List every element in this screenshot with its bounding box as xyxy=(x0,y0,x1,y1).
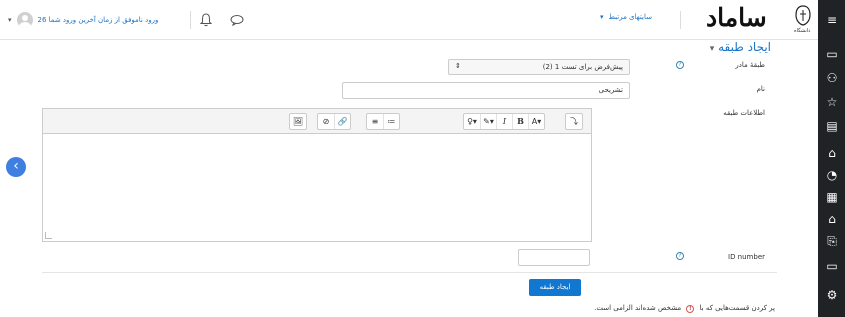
insert-image-button[interactable]: 🖼 xyxy=(290,114,306,129)
editor-text-area[interactable] xyxy=(43,135,591,241)
users-icon[interactable]: ⚇ xyxy=(824,70,840,86)
editor-toolbar: ⤵ ♀▾ ✎▾ I B A▾ ≡ ≔ ⊘ 🔗 🖼 xyxy=(43,109,591,134)
required-icon: ! xyxy=(686,305,695,313)
chevron-down-icon: ▾ xyxy=(709,44,715,54)
name-label: نام xyxy=(756,85,765,93)
chevron-down-icon: ▾ xyxy=(600,13,604,21)
id-number-label: ID number xyxy=(728,253,765,261)
logo-text: ساماد xyxy=(706,3,767,32)
notification-bell-icon[interactable] xyxy=(198,12,214,28)
dashboard-icon[interactable]: ◔ xyxy=(824,167,840,183)
required-note-text-after: مشخص شده‌اند الزامی است. xyxy=(594,304,682,312)
home-icon[interactable]: ⌂ xyxy=(824,145,840,161)
parent-category-value: پیش‌فرض برای تست 1 (2) xyxy=(542,63,623,71)
folder-icon[interactable]: ▭ xyxy=(824,258,840,274)
link-button[interactable]: 🔗 xyxy=(334,114,350,129)
section-title: ایجاد طبقه xyxy=(718,40,771,54)
paragraph-style-button[interactable]: A▾ xyxy=(528,114,544,129)
site-logo[interactable]: ساماد دانشگاه xyxy=(706,3,816,37)
toolbar-link-group: ⊘ 🔗 xyxy=(317,113,351,130)
toolbar-list-group: ≡ ≔ xyxy=(366,113,400,130)
book-icon[interactable]: ▤ xyxy=(824,118,840,134)
graduation-cap-icon[interactable]: ⌂ xyxy=(824,211,840,227)
copy-icon[interactable]: ⎘ xyxy=(824,233,840,249)
top-navbar: ▾ 26 ورود ناموفق از زمان آخرین ورود شما … xyxy=(0,0,818,40)
bold-button[interactable]: B xyxy=(512,114,528,129)
font-color-button[interactable]: ♀▾ xyxy=(464,114,480,129)
toolbar-toggle-group: ⤵ xyxy=(565,113,583,130)
user-menu[interactable]: ▾ 26 ورود ناموفق از زمان آخرین ورود شما xyxy=(8,12,158,28)
italic-button[interactable]: I xyxy=(496,114,512,129)
unlink-button[interactable]: ⊘ xyxy=(318,114,334,129)
id-number-input[interactable] xyxy=(518,249,590,266)
chevron-down-icon: ▾ xyxy=(8,16,12,24)
star-icon[interactable]: ☆ xyxy=(824,94,840,110)
resize-handle[interactable] xyxy=(45,232,52,239)
gear-icon[interactable]: ⚙ xyxy=(824,287,840,303)
login-failures-text[interactable]: 26 ورود ناموفق از زمان آخرین ورود شما xyxy=(38,16,159,24)
logo-subtitle: دانشگاه xyxy=(794,28,811,34)
name-input[interactable]: تشریحی xyxy=(342,82,630,99)
required-fields-note: پر کردن قسمت‌هایی که با ! مشخص شده‌اند ا… xyxy=(594,304,775,313)
divider xyxy=(42,272,777,273)
calendar-icon[interactable]: ▦ xyxy=(824,189,840,205)
ordered-list-button[interactable]: ≔ xyxy=(383,114,399,129)
university-emblem-icon xyxy=(795,5,811,26)
section-header[interactable]: ایجاد طبقه ▾ xyxy=(710,40,771,54)
unordered-list-button[interactable]: ≡ xyxy=(367,114,383,129)
related-sites-menu[interactable]: ▾ سایتهای مرتبط xyxy=(600,13,652,21)
category-info-label: اطلاعات طبقه xyxy=(723,109,765,117)
right-sidebar: ≡ ▭ ⚇ ☆ ▤ ⌂ ◔ ▦ ⌂ ⎘ ▭ ⚙ xyxy=(818,0,845,317)
highlight-button[interactable]: ✎▾ xyxy=(480,114,496,129)
parent-category-label: طبقهٔ مادر xyxy=(735,61,765,69)
required-note-text-before: پر کردن قسمت‌هایی که با xyxy=(699,304,775,312)
toolbar-media-group: 🖼 xyxy=(289,113,307,130)
parent-category-select[interactable]: پیش‌فرض برای تست 1 (2) ⇕ xyxy=(448,59,630,75)
help-icon[interactable]: ? xyxy=(676,61,684,69)
toolbar-format-group: ♀▾ ✎▾ I B A▾ xyxy=(463,113,545,130)
message-bubble-icon[interactable] xyxy=(229,12,245,28)
main-content: ایجاد طبقه ▾ طبقهٔ مادر ? پیش‌فرض برای ت… xyxy=(40,40,807,317)
divider xyxy=(680,11,681,29)
help-icon[interactable]: ? xyxy=(676,252,684,260)
avatar[interactable] xyxy=(16,12,33,28)
divider xyxy=(190,11,191,29)
drawer-toggle-button[interactable]: ‹ xyxy=(6,157,26,177)
select-arrows-icon: ⇕ xyxy=(455,62,461,70)
folder-icon[interactable]: ▭ xyxy=(824,46,840,62)
rich-text-editor: ⤵ ♀▾ ✎▾ I B A▾ ≡ ≔ ⊘ 🔗 🖼 xyxy=(42,108,592,242)
create-category-button[interactable]: ایجاد طبقه xyxy=(529,279,581,296)
menu-toggle-icon[interactable]: ≡ xyxy=(824,12,840,28)
related-sites-label[interactable]: سایتهای مرتبط xyxy=(609,13,652,21)
toolbar-toggle-button[interactable]: ⤵ xyxy=(566,114,582,129)
